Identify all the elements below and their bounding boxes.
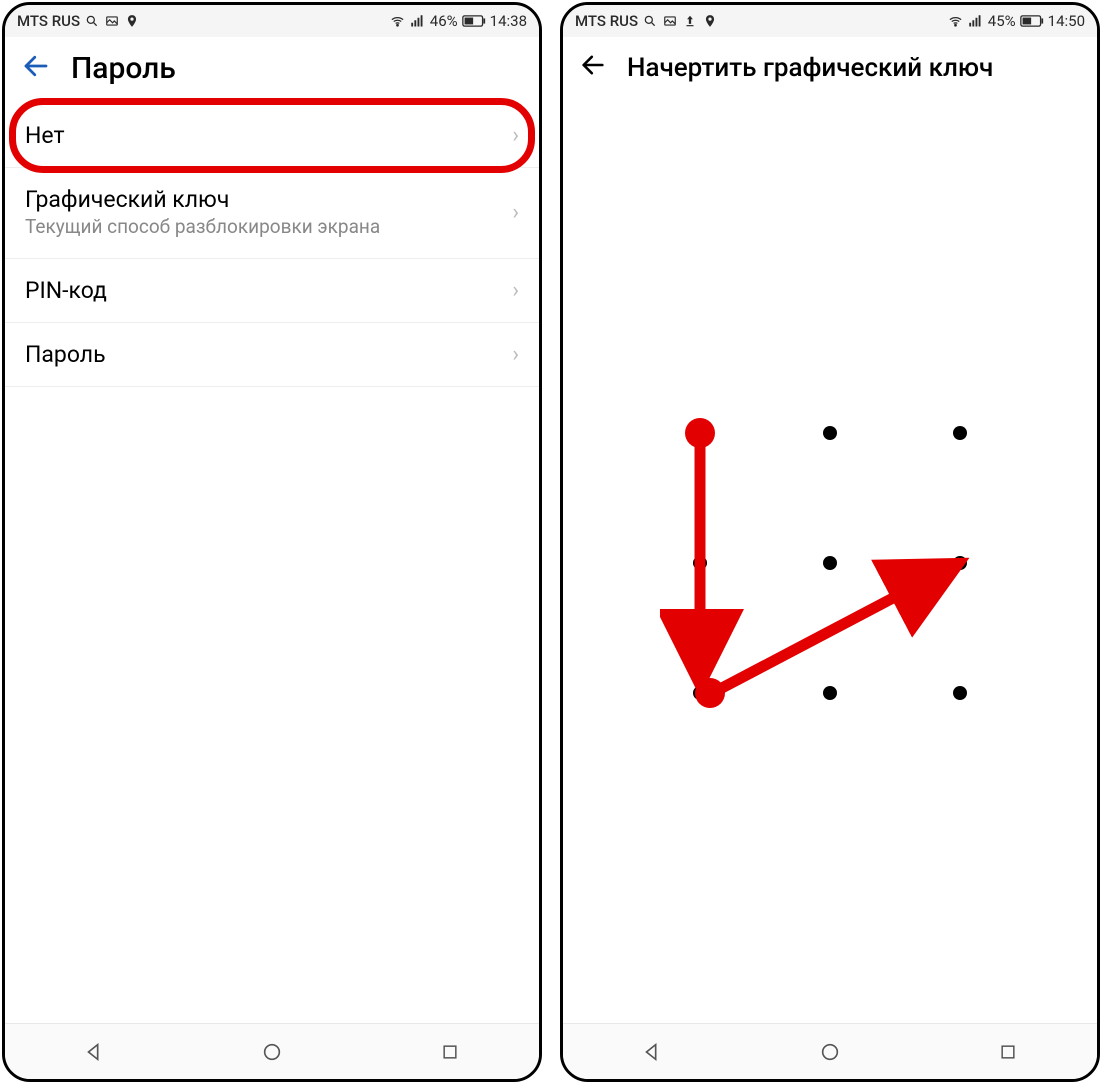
battery-pct: 45% [988, 12, 1016, 30]
pattern-dot[interactable] [823, 426, 837, 440]
signal-icon [968, 13, 984, 29]
pattern-dot[interactable] [693, 686, 707, 700]
carrier-label: MTS RUS [575, 12, 638, 30]
wifi-icon [390, 13, 406, 29]
image-icon [662, 13, 678, 29]
option-pin[interactable]: PIN-код › [5, 259, 539, 323]
header: Пароль [5, 37, 539, 104]
option-list: Нет › Графический ключ Текущий способ ра… [5, 104, 539, 387]
header: Начертить графический ключ [563, 37, 1097, 102]
search-icon [642, 13, 658, 29]
chevron-right-icon: › [512, 278, 519, 303]
list-item-label: PIN-код [25, 277, 512, 304]
pattern-dot[interactable] [953, 426, 967, 440]
option-none[interactable]: Нет › [5, 104, 539, 168]
nav-recent[interactable] [980, 1034, 1036, 1070]
nav-bar [563, 1023, 1097, 1079]
status-left: MTS RUS [17, 12, 140, 30]
battery-pct: 46% [430, 12, 458, 30]
option-password[interactable]: Пароль › [5, 323, 539, 387]
upload-icon [682, 13, 698, 29]
search-icon [84, 13, 100, 29]
pattern-dot[interactable] [823, 556, 837, 570]
pattern-dot[interactable] [693, 556, 707, 570]
back-button[interactable] [21, 51, 51, 86]
pattern-dot[interactable] [953, 686, 967, 700]
page-title: Начертить графический ключ [627, 53, 993, 83]
nav-recent[interactable] [422, 1034, 478, 1070]
pattern-dot[interactable] [693, 426, 707, 440]
signal-icon [410, 13, 426, 29]
image-icon [104, 13, 120, 29]
status-right: 45% 14:50 [948, 12, 1085, 30]
pattern-dot[interactable] [953, 556, 967, 570]
battery-icon [1020, 15, 1044, 27]
list-item-subtitle: Текущий способ разблокировки экрана [25, 215, 512, 240]
list-item-label: Графический ключ [25, 186, 512, 213]
carrier-label: MTS RUS [17, 12, 80, 30]
chevron-right-icon: › [512, 200, 519, 225]
clock-label: 14:50 [1048, 12, 1085, 30]
status-bar: MTS RUS 46% 14:38 [5, 5, 539, 37]
pattern-dot[interactable] [823, 686, 837, 700]
status-bar: MTS RUS 45% 14:50 [563, 5, 1097, 37]
nav-back[interactable] [624, 1034, 680, 1070]
status-right: 46% 14:38 [390, 12, 527, 30]
nav-home[interactable] [802, 1034, 858, 1070]
chevron-right-icon: › [512, 123, 519, 148]
list-item-label: Нет [25, 122, 512, 149]
pattern-input-area[interactable] [563, 102, 1097, 1023]
option-pattern[interactable]: Графический ключ Текущий способ разблоки… [5, 168, 539, 259]
back-button[interactable] [579, 51, 607, 84]
battery-icon [462, 15, 486, 27]
page-title: Пароль [71, 51, 176, 86]
clock-label: 14:38 [490, 12, 527, 30]
spacer [5, 387, 539, 1023]
location-icon [124, 13, 140, 29]
phone-screen-right: MTS RUS 45% 14:50 [560, 2, 1100, 1082]
nav-bar [5, 1023, 539, 1079]
nav-back[interactable] [66, 1034, 122, 1070]
phone-screen-left: MTS RUS 46% 14:38 [2, 2, 542, 1082]
location-icon [702, 13, 718, 29]
status-left: MTS RUS [575, 12, 718, 30]
list-item-label: Пароль [25, 341, 512, 368]
pattern-grid[interactable] [660, 393, 1000, 733]
chevron-right-icon: › [512, 342, 519, 367]
nav-home[interactable] [244, 1034, 300, 1070]
wifi-icon [948, 13, 964, 29]
